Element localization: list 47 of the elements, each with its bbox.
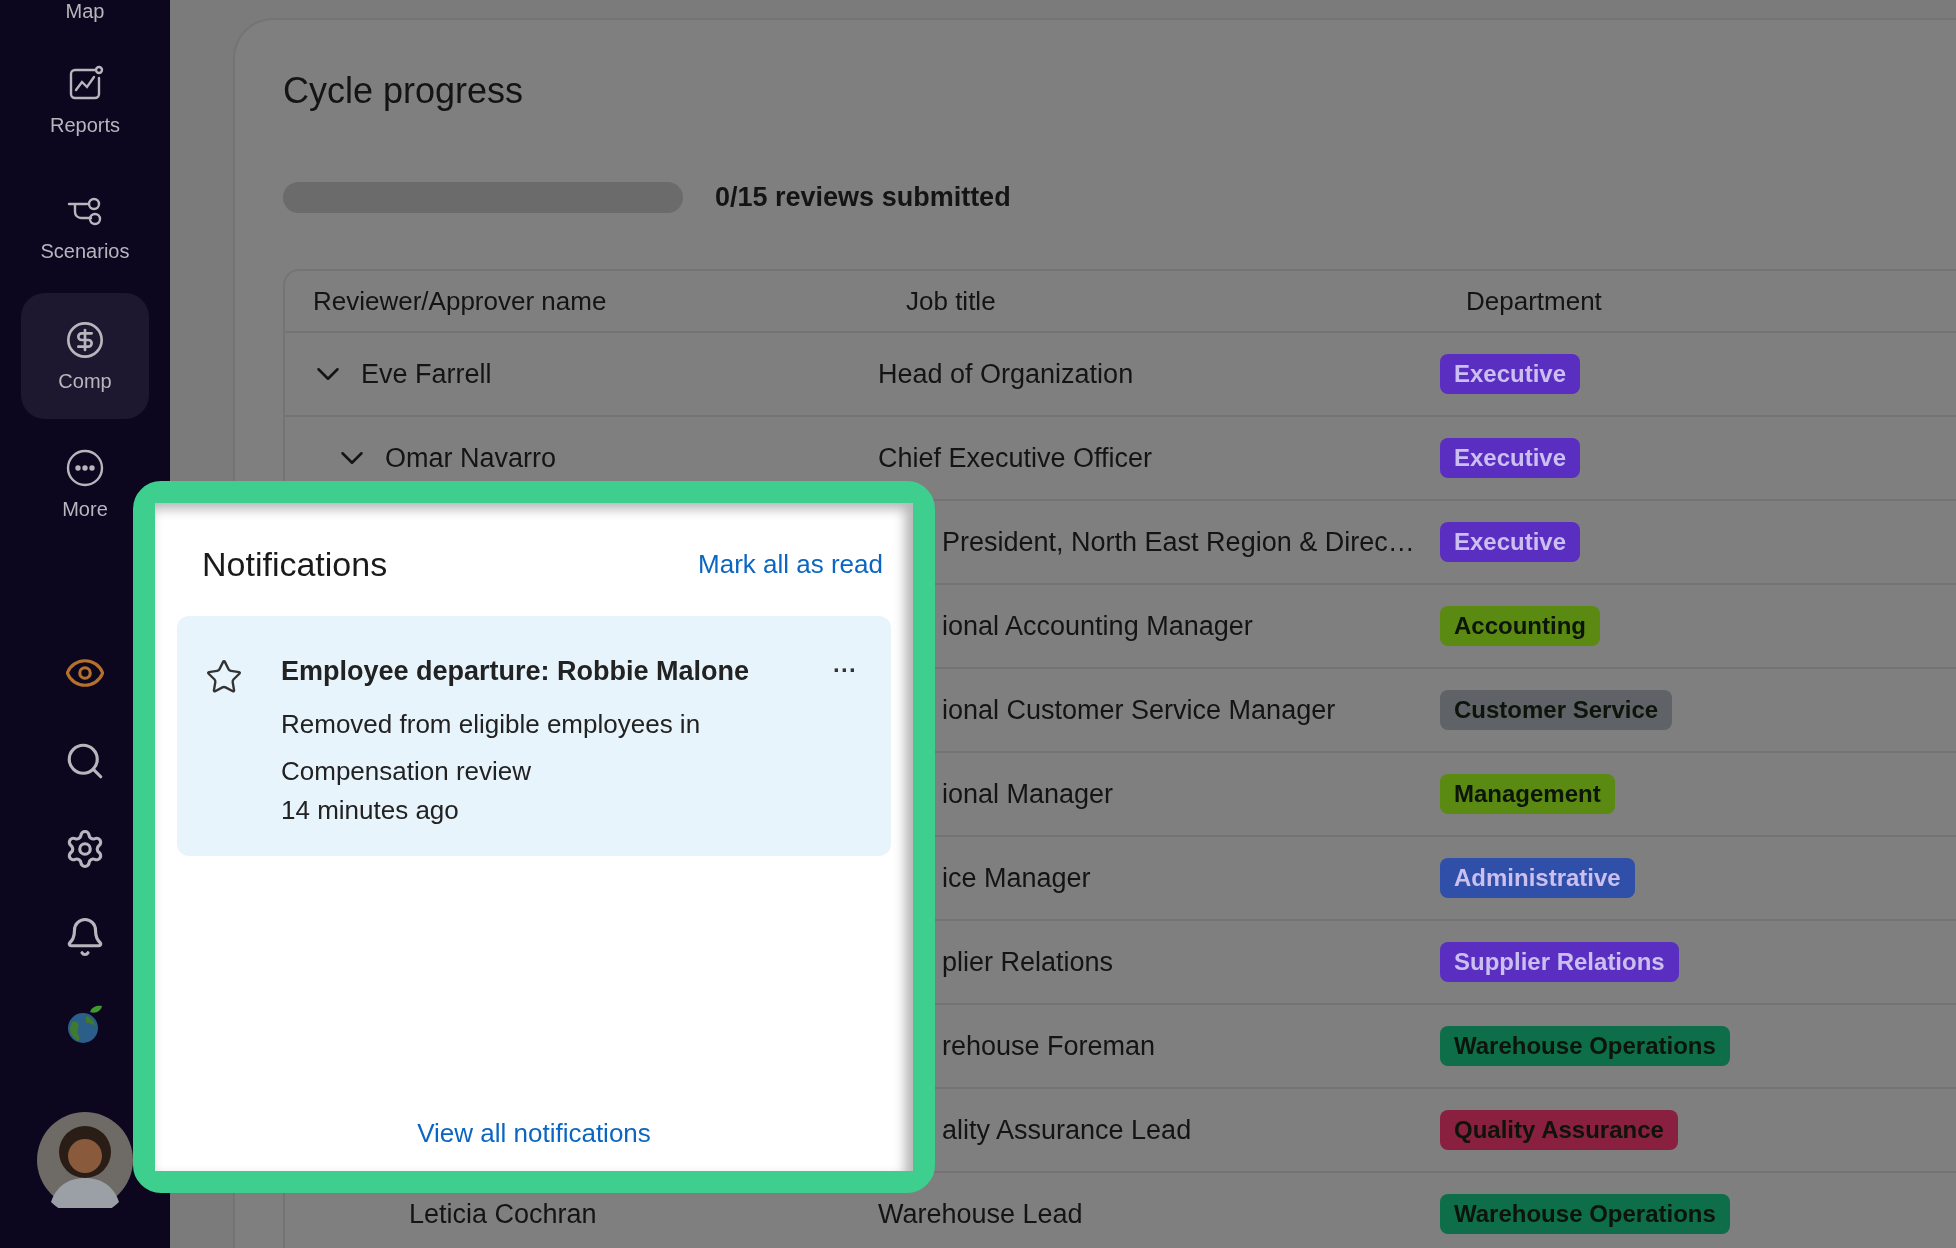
- notification-title: Employee departure: Robbie Malone: [281, 656, 750, 687]
- mark-all-read-link[interactable]: Mark all as read: [698, 549, 883, 580]
- department-tag: Accounting: [1440, 606, 1600, 646]
- nav-item[interactable]: Scenarios: [21, 165, 149, 291]
- avatar[interactable]: [37, 1112, 133, 1208]
- dollar-icon: [65, 319, 105, 360]
- job-title: Chief Executive Officer: [878, 442, 1154, 474]
- more-button[interactable]: ···: [827, 656, 863, 684]
- job-title: Warehouse Lead: [878, 1198, 1084, 1230]
- department-tag: Management: [1440, 774, 1615, 814]
- column-header: Department: [1465, 285, 1603, 317]
- star-icon[interactable]: [205, 658, 243, 696]
- view-all-link[interactable]: View all notifications: [417, 1118, 651, 1149]
- job-title: ional Customer Service Manager: [941, 694, 1337, 726]
- notification-time: 14 minutes ago: [281, 795, 460, 826]
- nav-item[interactable]: Reports: [21, 37, 149, 163]
- department-tag: Warehouse Operations: [1440, 1194, 1730, 1234]
- column-header: Reviewer/Approver name: [312, 285, 608, 317]
- card-title: Cycle progress: [283, 70, 525, 112]
- progress-summary: 0/15 reviews submitted: [715, 182, 1011, 213]
- nav-item[interactable]: Map: [21, 0, 149, 23]
- department-tag: Customer Service: [1440, 690, 1673, 730]
- department-tag: Quality Assurance: [1440, 1110, 1678, 1150]
- notification-item[interactable]: Employee departure: Robbie Malone ··· Removed from eligible employees in Compensation review 14 minutes ago: [177, 616, 891, 856]
- nav-item[interactable]: Comp: [21, 293, 149, 419]
- job-title: Head of Organization: [878, 358, 1135, 390]
- department-tag: Administrative: [1440, 858, 1635, 898]
- department-tag: Warehouse Operations: [1440, 1026, 1730, 1066]
- panel-title: Notifications: [202, 545, 388, 584]
- nav-item[interactable]: More: [21, 421, 149, 547]
- job-title: rehouse Foreman: [941, 1030, 1157, 1062]
- department-tag: Supplier Relations: [1440, 942, 1679, 982]
- job-title: President, North East Region & Direc…: [941, 526, 1416, 558]
- reviewer-name: Omar Navarro: [385, 442, 557, 474]
- more-icon: [65, 447, 105, 488]
- department-tag: Executive: [1440, 438, 1581, 478]
- reviewer-name: Leticia Cochran: [409, 1198, 597, 1230]
- job-title: ional Manager: [941, 778, 1115, 810]
- notification-text: Removed from eligible employees in Compensation review: [281, 708, 702, 788]
- department-tag: Executive: [1440, 522, 1581, 562]
- department-tag: Executive: [1440, 354, 1581, 394]
- job-title: ice Manager: [941, 862, 1092, 894]
- reviewer-name: Eve Farrell: [361, 358, 492, 390]
- job-title: plier Relations: [941, 946, 1115, 978]
- job-title: ality Assurance Lead: [941, 1114, 1193, 1146]
- column-header: Job title: [905, 285, 997, 317]
- job-title: ional Accounting Manager: [941, 610, 1254, 642]
